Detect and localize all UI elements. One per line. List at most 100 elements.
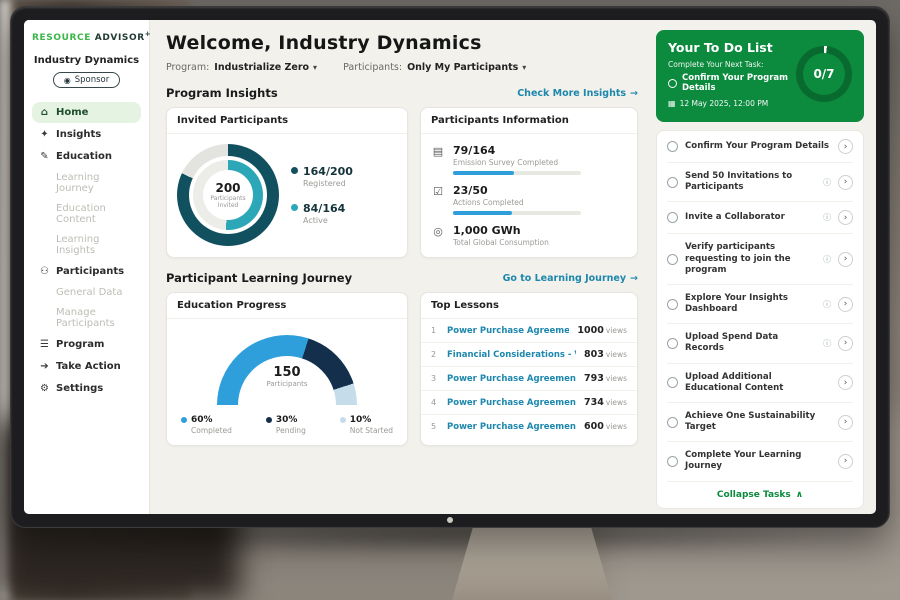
chevron-right-icon[interactable]: › [838, 454, 853, 469]
task-checkbox-icon[interactable] [667, 456, 678, 467]
nav-item-label: Education Content [56, 203, 134, 225]
donut-center-label: Participants Invited [208, 195, 248, 209]
task-row[interactable]: Complete Your Learning Journey ⓘ › [667, 442, 853, 481]
chevron-right-icon[interactable]: › [838, 415, 853, 430]
chevron-right-icon[interactable]: › [838, 210, 853, 225]
logo-text-primary: RESOURCE [32, 33, 91, 43]
task-row[interactable]: Achieve One Sustainability Target ⓘ › [667, 403, 853, 442]
nav-item-label: Insights [56, 129, 101, 140]
legend-percent: 60% [191, 415, 213, 425]
arrow-right-icon: → [630, 273, 638, 284]
lesson-title-link[interactable]: Power Purchase Agreements 101 [447, 374, 576, 384]
nav-item[interactable]: General Data [32, 283, 141, 302]
sponsor-badge[interactable]: ◉ Sponsor [53, 72, 121, 88]
task-label: Invite a Collaborator [685, 212, 816, 223]
lesson-title-link[interactable]: Power Purchase Agreements 101 [447, 326, 569, 336]
chevron-right-icon[interactable]: › [838, 375, 853, 390]
task-label: Verify participants requesting to join t… [685, 242, 816, 276]
nav-item[interactable]: Take Action [32, 356, 141, 377]
nav-item[interactable]: Program [32, 334, 141, 355]
task-row[interactable]: Upload Spend Data Records ⓘ › [667, 324, 853, 363]
chevron-right-icon[interactable]: › [838, 175, 853, 190]
org-name: Industry Dynamics [32, 55, 141, 66]
lesson-title-link[interactable]: Power Purchase Agreements 103 [447, 422, 576, 432]
task-checkbox-icon[interactable] [667, 377, 678, 388]
card-title: Education Progress [167, 293, 407, 319]
filter-value: Only My Participants [407, 62, 518, 73]
nav-item[interactable]: Learning Insights [32, 230, 141, 260]
nav-item[interactable]: Home [32, 102, 141, 123]
task-checkbox-icon[interactable] [667, 338, 678, 349]
lesson-rank: 2 [431, 350, 439, 359]
nav-item[interactable]: Education Content [32, 199, 141, 229]
participants-icon [39, 266, 50, 277]
lesson-views-value: 600 [584, 421, 604, 432]
nav-item-label: Participants [56, 266, 124, 277]
todo-hero-card: Your To Do List Complete Your Next Task:… [656, 30, 864, 122]
check-more-insights-link[interactable]: Check More Insights → [517, 88, 638, 99]
todo-next-task[interactable]: Confirm Your Program Details [668, 73, 798, 93]
learning-journey-cards: Education Progress 150 Participants [166, 292, 638, 446]
gauge-center-label: Participants [217, 380, 357, 388]
chevron-right-icon[interactable]: › [838, 336, 853, 351]
task-row[interactable]: Confirm Your Program Details ⓘ › [667, 131, 853, 163]
chevron-right-icon[interactable]: › [838, 252, 853, 267]
task-checkbox-icon[interactable] [667, 177, 678, 188]
nav-item[interactable]: Insights [32, 124, 141, 145]
lesson-title-link[interactable]: Power Purchase Agreements 102 [447, 398, 576, 408]
education-progress-card: Education Progress 150 Participants [166, 292, 408, 446]
task-row[interactable]: Upload Additional Educational Content ⓘ … [667, 364, 853, 403]
task-row[interactable]: Verify participants requesting to join t… [667, 234, 853, 285]
go-to-learning-journey-link[interactable]: Go to Learning Journey → [503, 273, 638, 284]
collapse-label: Collapse Tasks [717, 490, 791, 500]
chevron-right-icon[interactable]: › [838, 297, 853, 312]
legend-dot [181, 417, 187, 423]
checkbox-circle-icon[interactable] [668, 79, 677, 88]
stat-value: 79/164 [453, 144, 581, 157]
stat-label: Emission Survey Completed [453, 158, 581, 167]
task-checkbox-icon[interactable] [667, 299, 678, 310]
progress-bar-fill [453, 171, 514, 175]
chevron-right-icon[interactable]: › [838, 139, 853, 154]
filter-bar: Program: Industrialize Zero ▾ Participan… [166, 62, 638, 73]
task-row[interactable]: Send 50 Invitations to Participants ⓘ › [667, 163, 853, 202]
collapse-tasks-link[interactable]: Collapse Tasks ∧ [667, 482, 853, 508]
legend-label: Active [303, 216, 345, 225]
task-row[interactable]: Explore Your Insights Dashboard ⓘ › [667, 285, 853, 324]
nav-item-label: Settings [56, 383, 103, 394]
info-icon: ⓘ [823, 177, 831, 188]
nav-item-label: Education [56, 151, 112, 162]
legend-item: 84/164 Active [291, 202, 353, 225]
task-row[interactable]: Invite a Collaborator ⓘ › [667, 202, 853, 234]
task-checkbox-icon[interactable] [667, 417, 678, 428]
take-action-icon [39, 361, 50, 372]
nav-item[interactable]: Manage Participants [32, 303, 141, 333]
lesson-views-value: 734 [584, 397, 604, 408]
monitor-stand [452, 522, 612, 600]
task-label: Upload Spend Data Records [685, 332, 816, 354]
nav-item[interactable]: Participants [32, 261, 141, 282]
task-checkbox-icon[interactable] [667, 212, 678, 223]
task-checkbox-icon[interactable] [667, 254, 678, 265]
lesson-views-suffix: views [606, 398, 627, 407]
nav-item[interactable]: Learning Journey [32, 168, 141, 198]
nav-item[interactable]: Settings [32, 378, 141, 399]
filter-dropdown[interactable]: Program: Industrialize Zero ▾ [166, 62, 317, 73]
lesson-row: 3 Power Purchase Agreements 101 793views [421, 367, 637, 391]
participants-information-card: Participants Information 79/164 Emission… [420, 107, 638, 258]
task-label: Upload Additional Educational Content [685, 372, 831, 394]
legend-label: Pending [266, 426, 306, 435]
legend-dot [291, 167, 298, 174]
dashboard-screen: RESOURCE ADVISOR+ Industry Dynamics ◉ Sp… [24, 20, 876, 514]
insights-icon [39, 129, 50, 140]
legend-label: Completed [181, 426, 232, 435]
gauge-legend: 60% Completed 30% [177, 415, 397, 435]
task-checkbox-icon[interactable] [667, 141, 678, 152]
task-label: Explore Your Insights Dashboard [685, 293, 816, 315]
sidebar: RESOURCE ADVISOR+ Industry Dynamics ◉ Sp… [24, 20, 150, 514]
legend-item: 30% Pending [266, 415, 306, 435]
lesson-title-link[interactable]: Financial Considerations - VPPAs [447, 350, 576, 360]
filter-dropdown[interactable]: Participants: Only My Participants ▾ [343, 62, 526, 73]
nav-item[interactable]: Education [32, 146, 141, 167]
legend-dot [340, 417, 346, 423]
